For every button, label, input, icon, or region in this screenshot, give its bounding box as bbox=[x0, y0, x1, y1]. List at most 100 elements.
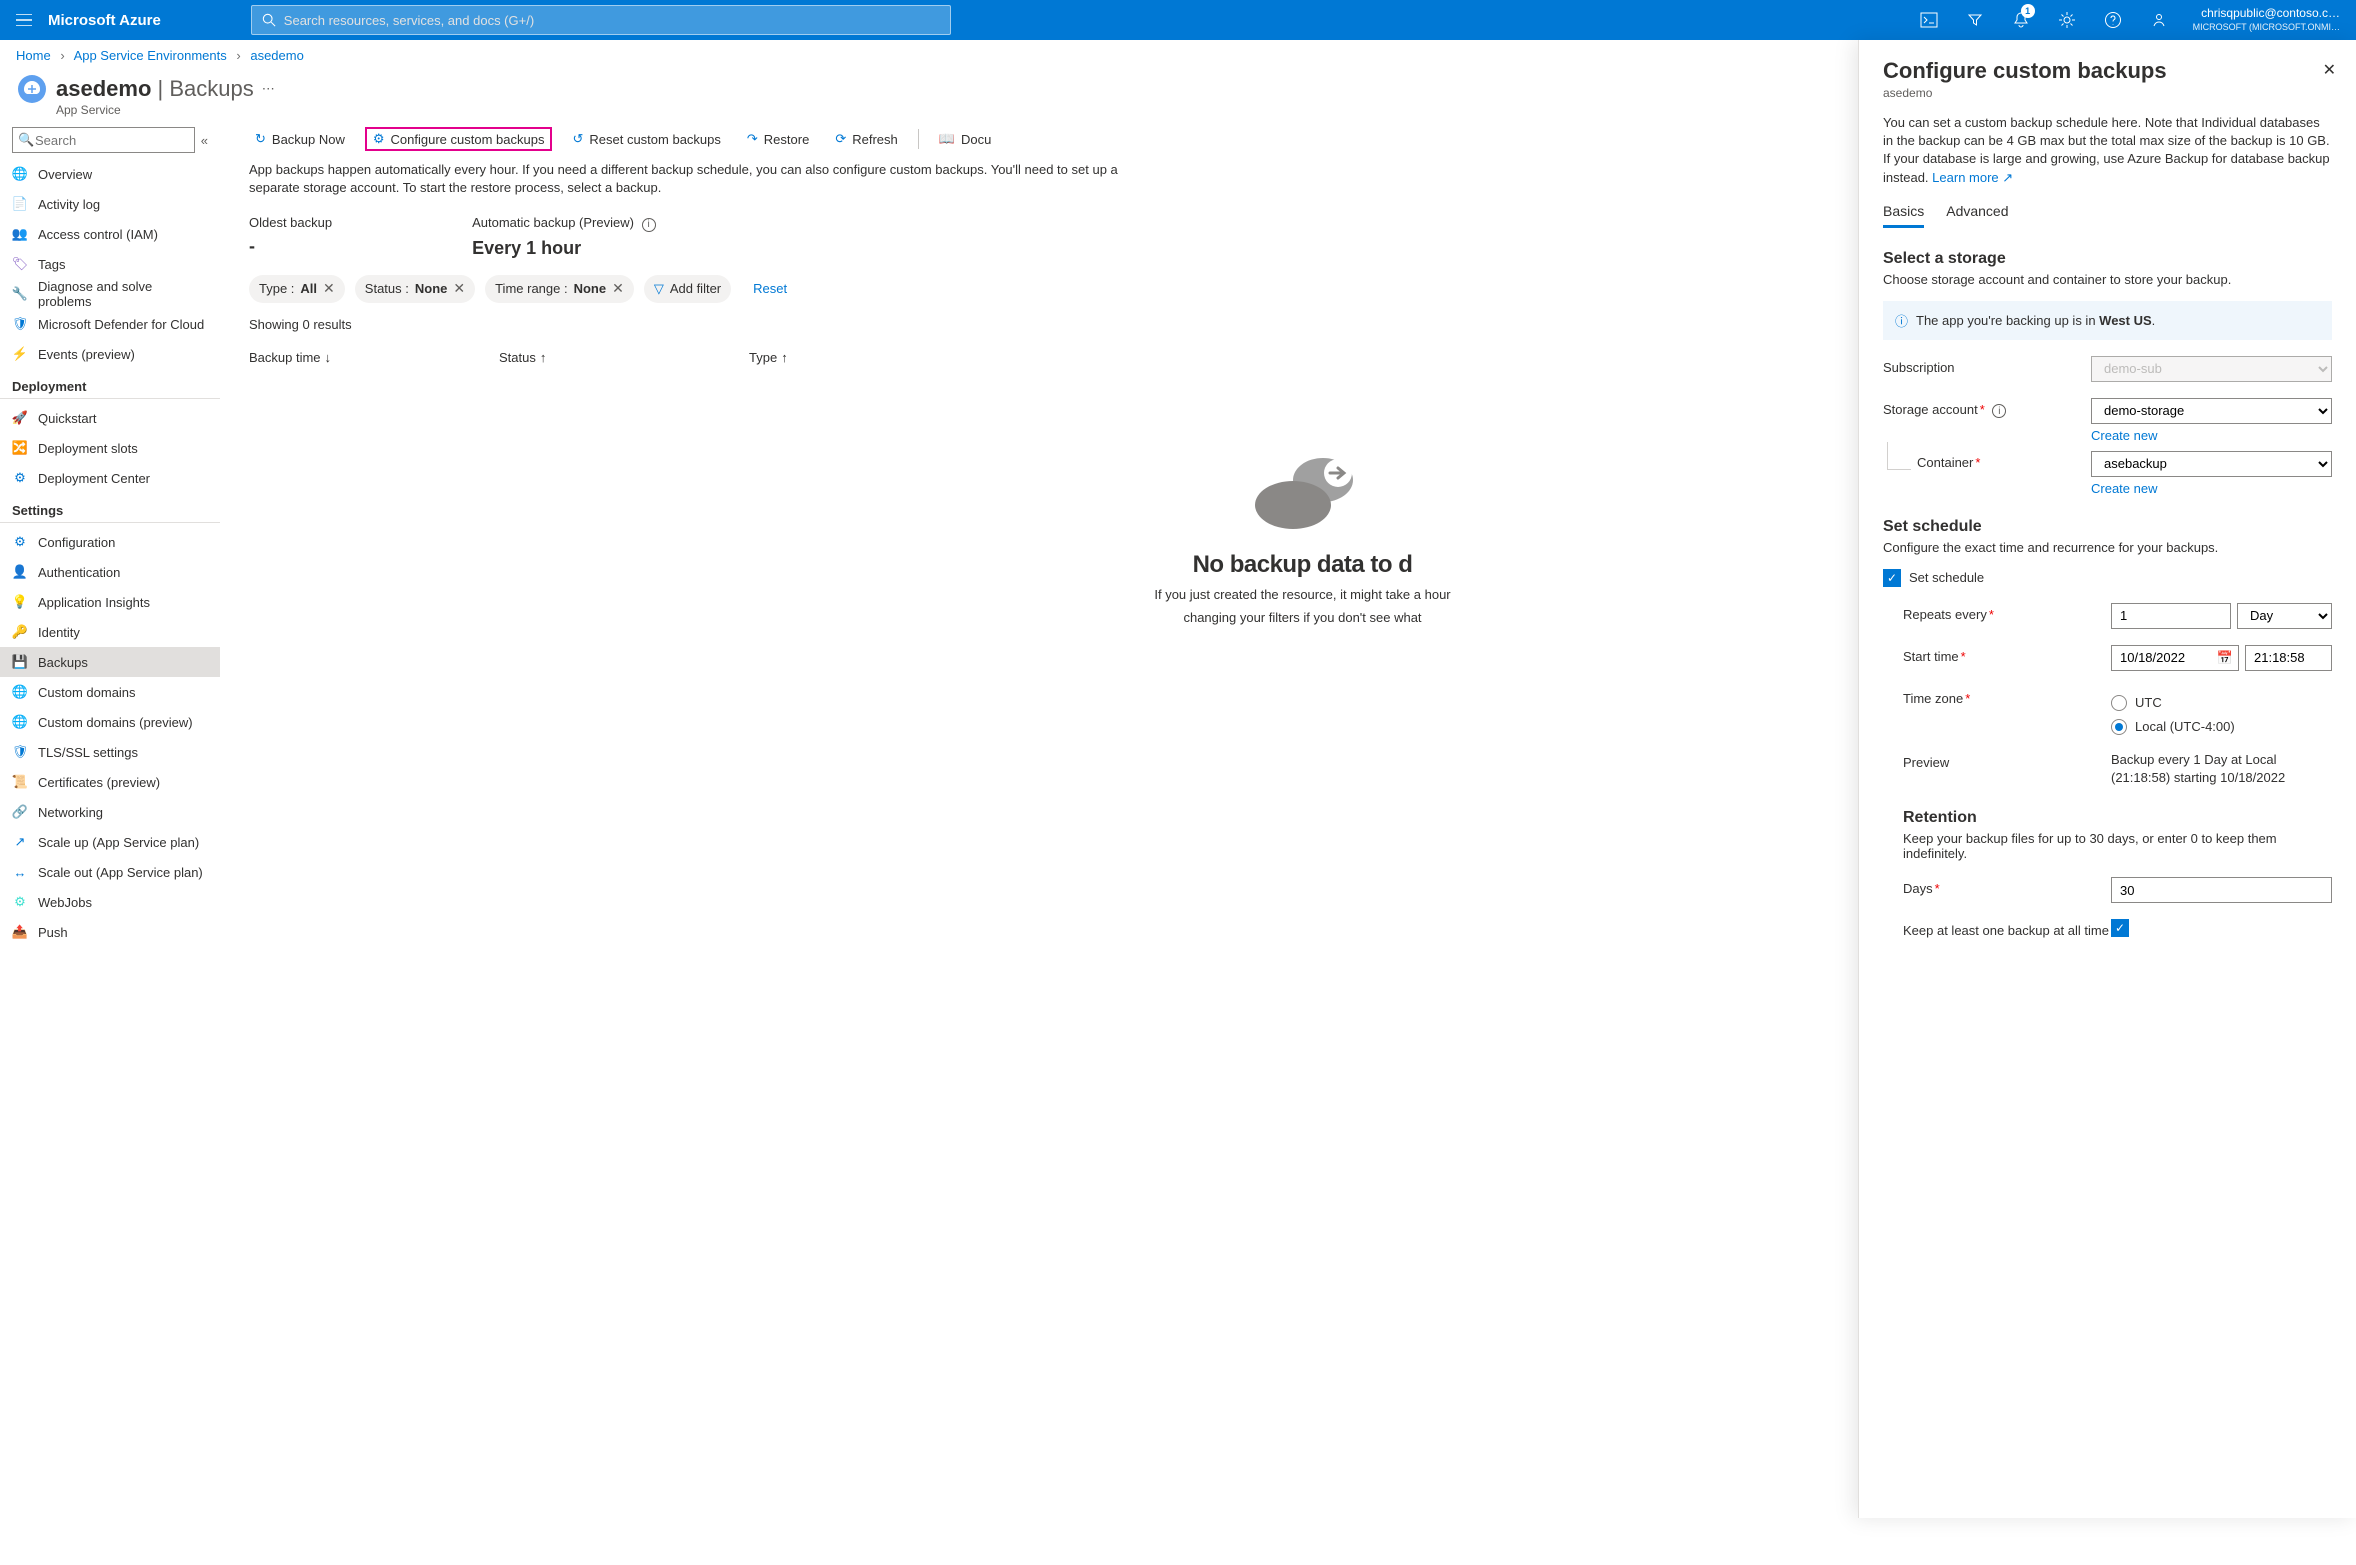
configure-custom-backups-button[interactable]: ⚙Configure custom backups bbox=[365, 127, 553, 151]
menu-item-icon: 🛡 bbox=[12, 744, 28, 760]
menu-item-icon: 🔗 bbox=[12, 804, 28, 820]
storage-account-select[interactable]: demo-storage bbox=[2091, 398, 2332, 424]
menu-item-label: Activity log bbox=[38, 197, 100, 212]
refresh-button[interactable]: ⟳Refresh bbox=[829, 127, 903, 151]
account-info[interactable]: chrisqpublic@contoso.c… MICROSOFT (MICRO… bbox=[2193, 6, 2340, 33]
sidebar-item-diagnose-and-solve-problems[interactable]: 🔧Diagnose and solve problems bbox=[0, 279, 220, 309]
sidebar-item-quickstart[interactable]: 🚀Quickstart bbox=[0, 403, 220, 433]
sidebar-item-tls-ssl-settings[interactable]: 🛡TLS/SSL settings bbox=[0, 737, 220, 767]
menu-search-input[interactable] bbox=[12, 127, 195, 153]
menu-item-label: Configuration bbox=[38, 535, 115, 550]
calendar-icon[interactable]: 📅 bbox=[2217, 650, 2233, 666]
container-select[interactable]: asebackup bbox=[2091, 451, 2332, 477]
column-type[interactable]: Type ↑ bbox=[749, 350, 849, 365]
sidebar-item-custom-domains[interactable]: 🌐Custom domains bbox=[0, 677, 220, 707]
account-email: chrisqpublic@contoso.c… bbox=[2193, 6, 2340, 22]
menu-item-icon: ⚙ bbox=[12, 894, 28, 910]
repeats-value-input[interactable] bbox=[2111, 603, 2231, 629]
sidebar-item-overview[interactable]: 🌐Overview bbox=[0, 159, 220, 189]
menu-item-label: Networking bbox=[38, 805, 103, 820]
sidebar-item-activity-log[interactable]: 📄Activity log bbox=[0, 189, 220, 219]
reset-custom-backups-button[interactable]: ↺Reset custom backups bbox=[566, 127, 726, 151]
sidebar-item-authentication[interactable]: 👤Authentication bbox=[0, 557, 220, 587]
tab-basics[interactable]: Basics bbox=[1883, 203, 1924, 228]
close-icon[interactable]: ✕ bbox=[453, 280, 465, 297]
settings-icon[interactable] bbox=[2047, 0, 2087, 40]
breadcrumb-ase[interactable]: App Service Environments bbox=[74, 48, 227, 63]
create-container-link[interactable]: Create new bbox=[2091, 481, 2157, 496]
reset-filters-link[interactable]: Reset bbox=[753, 281, 787, 296]
sidebar-item-webjobs[interactable]: ⚙WebJobs bbox=[0, 887, 220, 917]
menu-item-icon: ⚡ bbox=[12, 346, 28, 362]
start-time-input[interactable] bbox=[2245, 645, 2332, 671]
repeats-unit-select[interactable]: Day bbox=[2237, 603, 2332, 629]
sidebar-item-push[interactable]: 📤Push bbox=[0, 917, 220, 947]
breadcrumb-asedemo[interactable]: asedemo bbox=[250, 48, 303, 63]
breadcrumb-home[interactable]: Home bbox=[16, 48, 51, 63]
sidebar-item-access-control-iam-[interactable]: 👥Access control (IAM) bbox=[0, 219, 220, 249]
menu-item-icon: 💡 bbox=[12, 594, 28, 610]
sidebar-item-deployment-slots[interactable]: 🔀Deployment slots bbox=[0, 433, 220, 463]
days-input[interactable] bbox=[2111, 877, 2332, 903]
cloud-icon bbox=[1238, 445, 1368, 535]
sidebar-item-certificates-preview-[interactable]: 📜Certificates (preview) bbox=[0, 767, 220, 797]
sidebar-item-events-preview-[interactable]: ⚡Events (preview) bbox=[0, 339, 220, 369]
notifications-icon[interactable]: 1 bbox=[2001, 0, 2041, 40]
storage-account-label: Storage account* i bbox=[1883, 398, 2091, 419]
learn-more-link[interactable]: Learn more ↗ bbox=[1932, 170, 2013, 185]
column-status[interactable]: Status ↑ bbox=[499, 350, 749, 365]
menu-item-icon: 🌐 bbox=[12, 714, 28, 730]
sidebar-item-deployment-center[interactable]: ⚙Deployment Center bbox=[0, 463, 220, 493]
add-filter-button[interactable]: ▽Add filter bbox=[644, 275, 731, 303]
top-bar: Microsoft Azure 1 chrisqpublic@contoso.c… bbox=[0, 0, 2356, 40]
sidebar-item-application-insights[interactable]: 💡Application Insights bbox=[0, 587, 220, 617]
preview-value: Backup every 1 Day at Local (21:18:58) s… bbox=[2111, 751, 2332, 787]
set-schedule-checkbox[interactable]: ✓ bbox=[1883, 569, 1901, 587]
documentation-button[interactable]: 📖Docu bbox=[933, 127, 998, 151]
sidebar-item-custom-domains-preview-[interactable]: 🌐Custom domains (preview) bbox=[0, 707, 220, 737]
filter-status[interactable]: Status : None✕ bbox=[355, 275, 475, 303]
sidebar-item-microsoft-defender-for-cloud[interactable]: 🛡Microsoft Defender for Cloud bbox=[0, 309, 220, 339]
sidebar-item-identity[interactable]: 🔑Identity bbox=[0, 617, 220, 647]
cloud-shell-icon[interactable] bbox=[1909, 0, 1949, 40]
close-icon[interactable]: ✕ bbox=[323, 280, 335, 297]
global-search-input[interactable] bbox=[284, 13, 940, 28]
sidebar-item-configuration[interactable]: ⚙ Configuration bbox=[0, 527, 220, 557]
info-icon[interactable]: i bbox=[1992, 404, 2006, 418]
info-icon: ⓘ bbox=[1895, 311, 1908, 330]
sidebar-item-scale-up-app-service-plan-[interactable]: ↗Scale up (App Service plan) bbox=[0, 827, 220, 857]
sidebar-item-networking[interactable]: 🔗 Networking bbox=[0, 797, 220, 827]
sort-down-icon: ↓ bbox=[325, 350, 332, 365]
feedback-icon[interactable] bbox=[2139, 0, 2179, 40]
tz-utc-radio[interactable] bbox=[2111, 695, 2127, 711]
menu-item-icon: 🔑 bbox=[12, 624, 28, 640]
collapse-menu-icon[interactable]: « bbox=[201, 133, 208, 148]
sidebar-item-tags[interactable]: 🏷Tags bbox=[0, 249, 220, 279]
filter-type[interactable]: Type : All✕ bbox=[249, 275, 345, 303]
filter-timerange[interactable]: Time range : None✕ bbox=[485, 275, 634, 303]
menu-item-icon: 🚀 bbox=[12, 410, 28, 426]
close-panel-button[interactable]: ✕ bbox=[2323, 60, 2336, 80]
restore-button[interactable]: ↷Restore bbox=[741, 127, 815, 151]
search-icon: 🔍 bbox=[18, 132, 34, 148]
close-icon[interactable]: ✕ bbox=[612, 280, 624, 297]
more-actions[interactable]: ⋯ bbox=[262, 81, 275, 97]
info-icon[interactable]: i bbox=[642, 218, 656, 232]
filter-icon[interactable] bbox=[1955, 0, 1995, 40]
menu-item-icon: ↔ bbox=[12, 864, 28, 880]
keep-one-checkbox[interactable]: ✓ bbox=[2111, 919, 2129, 937]
sidebar-item-backups[interactable]: 💾Backups bbox=[0, 647, 220, 677]
hamburger-menu[interactable] bbox=[8, 4, 40, 36]
menu-item-icon: ⚙ bbox=[12, 534, 28, 550]
account-tenant: MICROSOFT (MICROSOFT.ONMI… bbox=[2193, 22, 2340, 34]
tz-local-radio[interactable] bbox=[2111, 719, 2127, 735]
create-storage-link[interactable]: Create new bbox=[2091, 428, 2157, 443]
global-search[interactable] bbox=[251, 5, 951, 35]
column-backup-time[interactable]: Backup time ↓ bbox=[249, 350, 499, 365]
sidebar-item-scale-out-app-service-plan-[interactable]: ↔Scale out (App Service plan) bbox=[0, 857, 220, 887]
backup-now-button[interactable]: ↻Backup Now bbox=[249, 127, 351, 151]
menu-item-icon: ⚙ bbox=[12, 470, 28, 486]
menu-item-label: Microsoft Defender for Cloud bbox=[38, 317, 204, 332]
tab-advanced[interactable]: Advanced bbox=[1946, 203, 2008, 228]
help-icon[interactable] bbox=[2093, 0, 2133, 40]
